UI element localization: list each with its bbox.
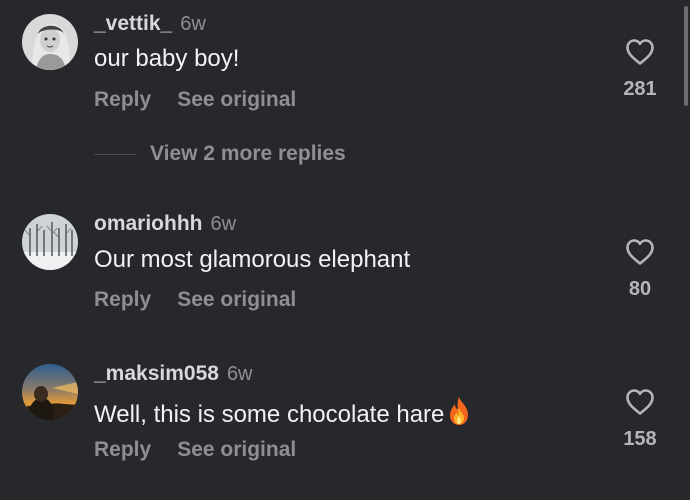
comment-actions: Reply See original bbox=[94, 88, 296, 112]
comment-text: Well, this is some chocolate hare bbox=[94, 396, 472, 429]
username[interactable]: _maksim058 bbox=[94, 362, 219, 385]
see-original-button[interactable]: See original bbox=[177, 288, 296, 311]
reply-button[interactable]: Reply bbox=[94, 88, 151, 111]
scrollbar[interactable] bbox=[684, 6, 688, 106]
comments-panel: _vettik_ 6w our baby boy! Reply See origin… bbox=[0, 0, 690, 500]
view-more-replies-label: View 2 more replies bbox=[150, 142, 346, 165]
comment-header: _maksim058 6w bbox=[94, 362, 253, 386]
like-count: 281 bbox=[623, 78, 657, 100]
avatar[interactable] bbox=[22, 14, 78, 70]
comment-text-content: Well, this is some chocolate hare bbox=[94, 401, 445, 428]
comment-age: 6w bbox=[226, 363, 253, 385]
comment-actions: Reply See original bbox=[94, 438, 296, 462]
reply-button[interactable]: Reply bbox=[94, 288, 151, 311]
like-count: 158 bbox=[623, 428, 657, 450]
heart-icon[interactable] bbox=[625, 238, 655, 266]
avatar[interactable] bbox=[22, 214, 78, 270]
view-more-replies-button[interactable]: View 2 more replies bbox=[94, 142, 346, 166]
like-count: 80 bbox=[628, 278, 652, 300]
comment-header: omariohhh 6w bbox=[94, 212, 236, 236]
heart-icon[interactable] bbox=[625, 38, 655, 66]
comment-text: our baby boy! bbox=[94, 45, 240, 72]
fire-icon bbox=[450, 397, 469, 425]
like-control: 80 bbox=[610, 238, 670, 301]
reply-button[interactable]: Reply bbox=[94, 438, 151, 461]
replies-divider bbox=[94, 153, 136, 155]
avatar[interactable] bbox=[22, 364, 78, 420]
see-original-button[interactable]: See original bbox=[177, 88, 296, 111]
username[interactable]: omariohhh bbox=[94, 212, 203, 235]
username[interactable]: _vettik_ bbox=[94, 12, 172, 35]
comment-age: 6w bbox=[180, 13, 206, 35]
like-control: 281 bbox=[610, 38, 670, 101]
heart-icon[interactable] bbox=[625, 388, 655, 416]
like-control: 158 bbox=[610, 388, 670, 451]
see-original-button[interactable]: See original bbox=[177, 438, 296, 461]
comment-header: _vettik_ 6w bbox=[94, 12, 206, 36]
comment-actions: Reply See original bbox=[94, 288, 296, 312]
comment-text: Our most glamorous elephant bbox=[94, 246, 411, 273]
comment-age: 6w bbox=[210, 213, 237, 235]
